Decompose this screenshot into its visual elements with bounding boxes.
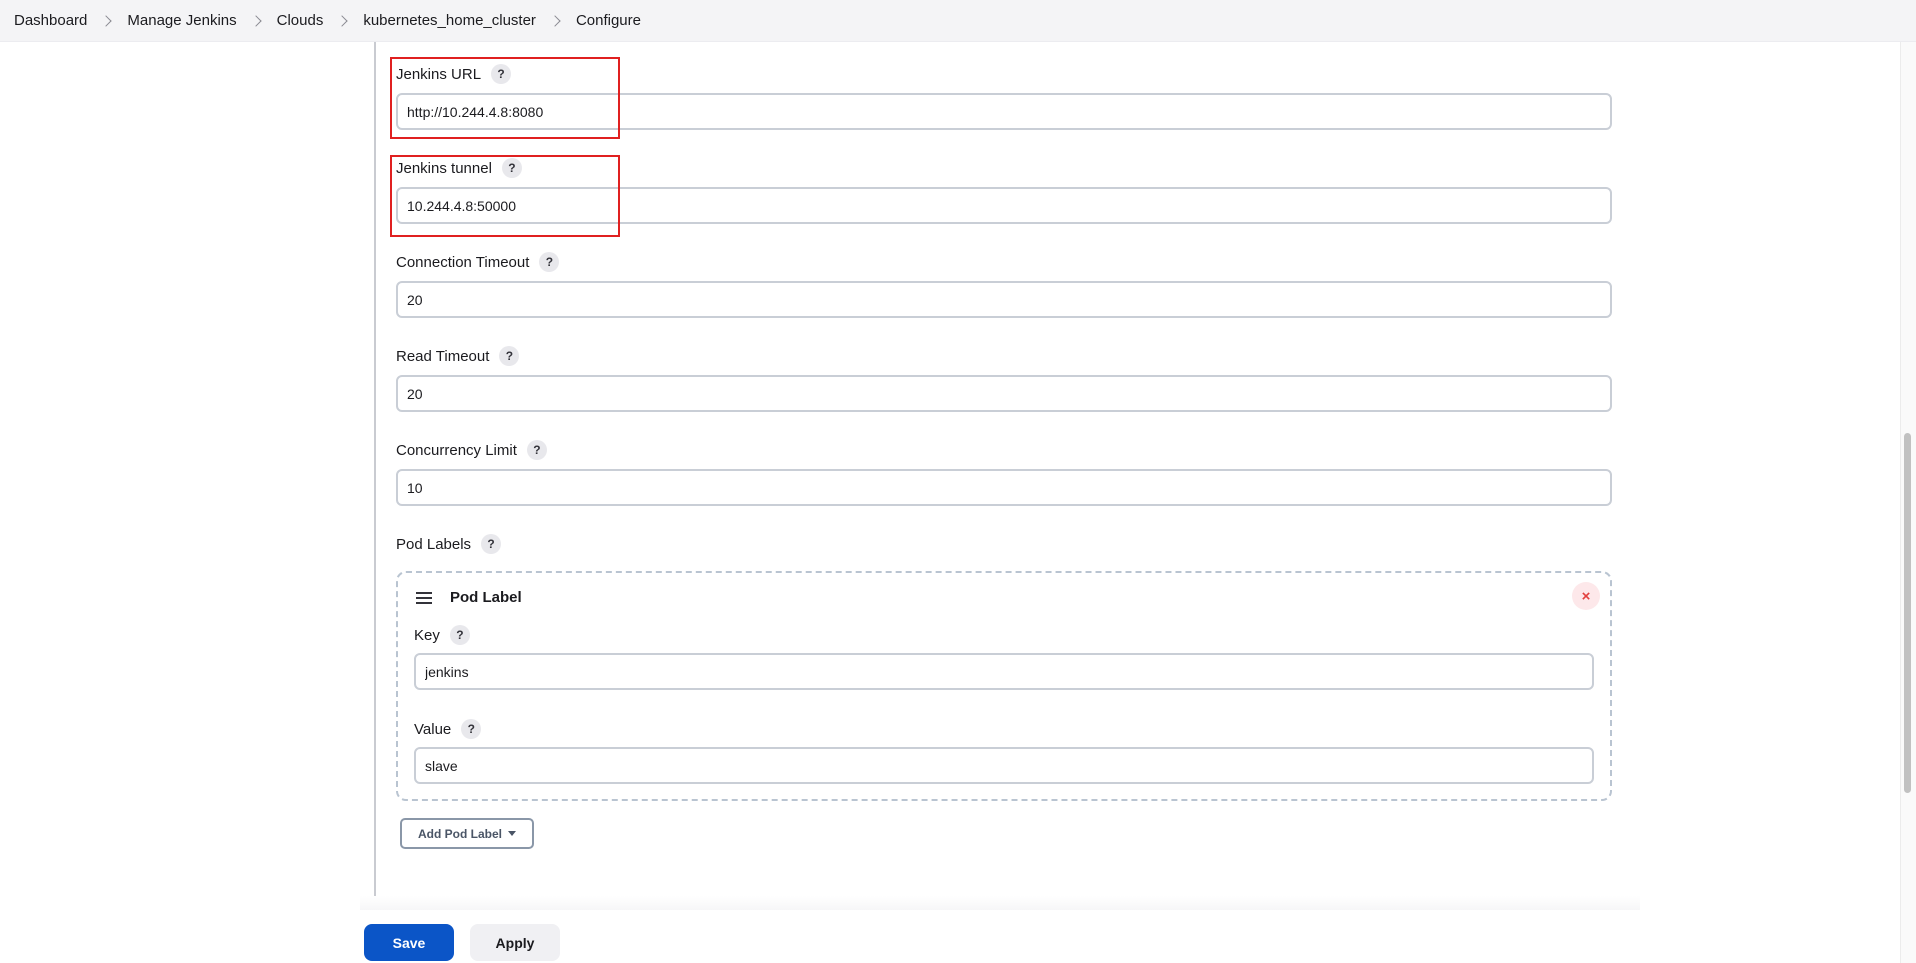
value-label: Value ? (414, 719, 482, 739)
pod-label-title: Pod Label (450, 589, 522, 606)
value-label-text: Value (414, 720, 452, 738)
section-divider (374, 42, 376, 912)
pod-labels-label-text: Pod Labels (396, 535, 472, 553)
add-pod-label-button[interactable]: Add Pod Label (400, 818, 534, 849)
scrollbar-thumb[interactable] (1904, 433, 1911, 793)
chevron-right-icon (249, 14, 262, 27)
highlight-jenkins-url (390, 57, 620, 139)
bottom-action-bar (0, 910, 1900, 963)
pod-label-key-input[interactable] (414, 653, 1594, 690)
delete-pod-label-button[interactable]: × (1572, 582, 1600, 610)
concurrency-limit-label: Concurrency Limit ? (396, 440, 547, 460)
read-timeout-input[interactable] (396, 375, 1612, 412)
caret-down-icon (508, 831, 516, 836)
help-icon[interactable]: ? (481, 534, 502, 554)
key-label: Key ? (414, 625, 470, 645)
highlight-jenkins-tunnel (390, 155, 620, 237)
pod-label-value-input[interactable] (414, 747, 1594, 784)
chevron-right-icon (549, 14, 561, 27)
read-timeout-label-text: Read Timeout (396, 347, 490, 365)
concurrency-limit-label-text: Concurrency Limit (396, 441, 517, 459)
connection-timeout-input[interactable] (396, 281, 1612, 318)
key-label-text: Key (414, 626, 440, 644)
chevron-right-icon (336, 14, 348, 27)
help-icon[interactable]: ? (499, 346, 520, 366)
chevron-right-icon (100, 14, 113, 27)
help-icon[interactable]: ? (539, 252, 560, 272)
help-icon[interactable]: ? (461, 719, 482, 739)
breadcrumb-clouds[interactable]: Clouds (277, 12, 324, 29)
help-icon[interactable]: ? (526, 440, 547, 460)
connection-timeout-label-text: Connection Timeout (396, 253, 530, 271)
breadcrumb-dashboard[interactable]: Dashboard (14, 12, 87, 29)
pod-labels-label: Pod Labels ? (396, 534, 502, 554)
add-pod-label-text: Add Pod Label (418, 826, 502, 841)
concurrency-limit-input[interactable] (396, 469, 1612, 506)
breadcrumb-cluster[interactable]: kubernetes_home_cluster (363, 12, 536, 29)
read-timeout-label: Read Timeout ? (396, 346, 520, 366)
connection-timeout-label: Connection Timeout ? (396, 252, 560, 272)
help-icon[interactable]: ? (449, 625, 470, 645)
save-button[interactable]: Save (364, 924, 454, 961)
breadcrumb-manage-jenkins[interactable]: Manage Jenkins (127, 12, 236, 29)
breadcrumb-configure[interactable]: Configure (576, 12, 641, 29)
apply-button[interactable]: Apply (470, 924, 560, 961)
breadcrumb: Dashboard Manage Jenkins Clouds kubernet… (0, 0, 1916, 42)
drag-handle-icon[interactable] (416, 592, 432, 604)
